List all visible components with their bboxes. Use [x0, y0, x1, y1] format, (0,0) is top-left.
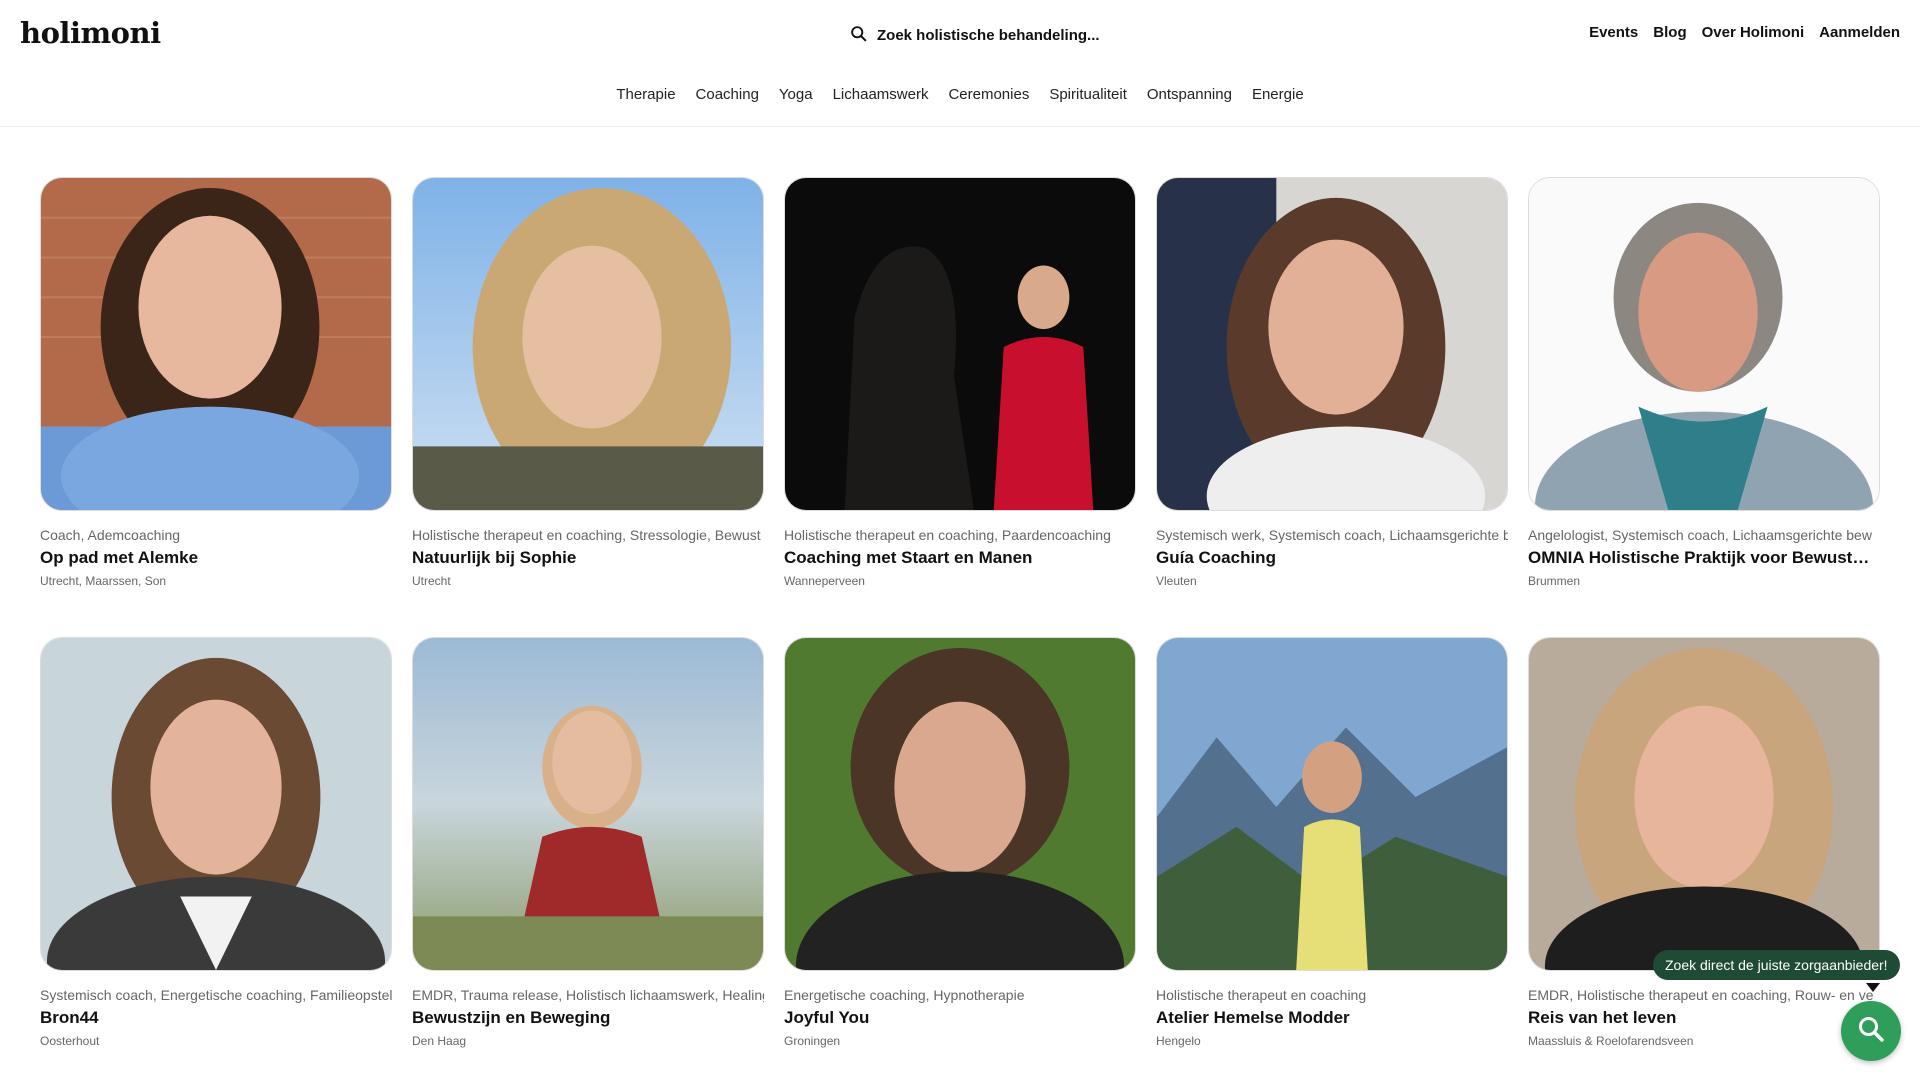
- practitioner-name[interactable]: OMNIA Holistische Praktijk voor Bewustwo…: [1528, 548, 1880, 568]
- search-icon: [1856, 1014, 1886, 1049]
- category-link-spiritualiteit[interactable]: Spiritualiteit: [1049, 86, 1127, 103]
- category-link-ceremonies[interactable]: Ceremonies: [948, 86, 1029, 103]
- practitioner-photo: [412, 177, 764, 511]
- practitioner-categories: EMDR, Holistische therapeut en coaching,…: [1528, 987, 1874, 1003]
- category-link-energie[interactable]: Energie: [1252, 86, 1304, 103]
- practitioner-location: Oosterhout: [40, 1034, 100, 1048]
- top-nav: Events Blog Over Holimoni Aanmelden: [1589, 24, 1900, 41]
- practitioner-card[interactable]: Holistische therapeut en coaching Atelie…: [1156, 637, 1508, 1049]
- practitioner-categories: Energetische coaching, Hypnotherapie: [784, 987, 1025, 1003]
- nav-link-aanmelden[interactable]: Aanmelden: [1819, 24, 1900, 41]
- floating-search-button[interactable]: [1841, 1001, 1901, 1061]
- practitioner-card[interactable]: Coach, Ademcoaching Op pad met Alemke Ut…: [40, 177, 392, 589]
- practitioner-location: Vleuten: [1156, 574, 1197, 588]
- practitioner-categories: Angelologist, Systemisch coach, Lichaams…: [1528, 527, 1872, 543]
- practitioner-card[interactable]: Holistische therapeut en coaching, Paard…: [784, 177, 1136, 589]
- practitioner-name[interactable]: Coaching met Staart en Manen: [784, 548, 1136, 568]
- practitioner-location: Utrecht, Maarssen, Son: [40, 574, 167, 588]
- practitioner-name[interactable]: Natuurlijk bij Sophie: [412, 548, 764, 568]
- category-link-lichaamswerk[interactable]: Lichaamswerk: [833, 86, 929, 103]
- practitioner-location: Brummen: [1528, 574, 1581, 588]
- search-placeholder: Zoek holistische behandeling...: [877, 26, 1100, 44]
- practitioner-name[interactable]: Bron44: [40, 1008, 392, 1028]
- category-nav: Therapie Coaching Yoga Lichaamswerk Cere…: [0, 86, 1920, 103]
- practitioner-photo: [784, 177, 1136, 511]
- practitioner-categories: Coach, Ademcoaching: [40, 527, 181, 543]
- practitioner-photo: [412, 637, 764, 971]
- category-link-coaching[interactable]: Coaching: [696, 86, 759, 103]
- practitioner-card[interactable]: Systemisch coach, Energetische coaching,…: [40, 637, 392, 1049]
- practitioner-location: Den Haag: [412, 1034, 467, 1048]
- nav-link-events[interactable]: Events: [1589, 24, 1638, 41]
- practitioner-card[interactable]: EMDR, Holistische therapeut en coaching,…: [1528, 637, 1880, 1049]
- nav-link-over-holimoni[interactable]: Over Holimoni: [1702, 24, 1805, 41]
- practitioner-name[interactable]: Guía Coaching: [1156, 548, 1508, 568]
- practitioner-categories: Holistische therapeut en coaching: [1156, 987, 1367, 1003]
- practitioner-card[interactable]: Holistische therapeut en coaching, Stres…: [412, 177, 764, 589]
- practitioner-location: Wanneperveen: [784, 574, 865, 588]
- practitioner-photo: [1528, 177, 1880, 511]
- category-link-yoga[interactable]: Yoga: [779, 86, 813, 103]
- search-bar[interactable]: Zoek holistische behandeling...: [850, 22, 1100, 48]
- practitioner-categories: Holistische therapeut en coaching, Paard…: [784, 527, 1111, 543]
- holimoni-logo[interactable]: holimoni: [20, 16, 161, 50]
- site-header: holimoni Zoek holistische behandeling...…: [0, 0, 1920, 127]
- practitioner-name[interactable]: Atelier Hemelse Modder: [1156, 1008, 1508, 1028]
- tooltip-arrow-icon: [1866, 983, 1880, 992]
- search-icon: [850, 25, 867, 46]
- practitioner-name[interactable]: Joyful You: [784, 1008, 1136, 1028]
- practitioner-name[interactable]: Op pad met Alemke: [40, 548, 392, 568]
- practitioner-card[interactable]: Systemisch werk, Systemisch coach, Licha…: [1156, 177, 1508, 589]
- practitioner-photo: [1156, 637, 1508, 971]
- practitioner-location: Hengelo: [1156, 1034, 1201, 1048]
- practitioner-name[interactable]: Reis van het leven: [1528, 1008, 1880, 1028]
- search-tooltip: Zoek direct de juiste zorgaanbieder!: [1653, 950, 1900, 980]
- category-link-therapie[interactable]: Therapie: [616, 86, 675, 103]
- practitioner-grid: Coach, Ademcoaching Op pad met Alemke Ut…: [40, 177, 1880, 1049]
- practitioner-categories: Systemisch coach, Energetische coaching,…: [40, 987, 392, 1003]
- practitioner-card[interactable]: EMDR, Trauma release, Holistisch lichaam…: [412, 637, 764, 1049]
- practitioner-name[interactable]: Bewustzijn en Beweging: [412, 1008, 764, 1028]
- practitioner-photo: [1156, 177, 1508, 511]
- category-link-ontspanning[interactable]: Ontspanning: [1147, 86, 1232, 103]
- practitioner-photo: [784, 637, 1136, 971]
- practitioner-categories: Systemisch werk, Systemisch coach, Licha…: [1156, 527, 1508, 543]
- practitioner-categories: EMDR, Trauma release, Holistisch lichaam…: [412, 987, 764, 1003]
- practitioner-photo: [40, 177, 392, 511]
- practitioner-categories: Holistische therapeut en coaching, Stres…: [412, 527, 761, 543]
- nav-link-blog[interactable]: Blog: [1653, 24, 1686, 41]
- practitioner-location: Groningen: [784, 1034, 841, 1048]
- practitioner-photo: [1528, 637, 1880, 971]
- practitioner-card[interactable]: Energetische coaching, Hypnotherapie Joy…: [784, 637, 1136, 1049]
- practitioner-location: Maassluis & Roelofarendsveen: [1528, 1034, 1694, 1048]
- practitioner-photo: [40, 637, 392, 971]
- practitioner-location: Utrecht: [412, 574, 451, 588]
- practitioner-card[interactable]: Angelologist, Systemisch coach, Lichaams…: [1528, 177, 1880, 589]
